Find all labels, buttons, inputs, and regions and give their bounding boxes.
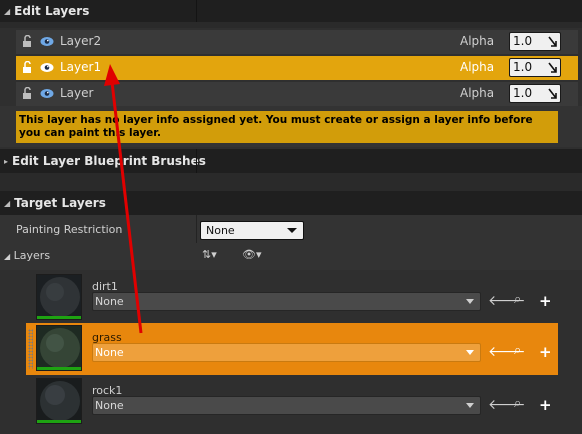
target-layers-title: Target Layers: [14, 196, 106, 210]
asset-value: None: [95, 346, 124, 359]
alpha-label: Alpha: [460, 86, 495, 100]
target-layer-rock1[interactable]: rock1 None 🡐 ⌕ +: [26, 376, 558, 428]
material-thumbnail: [36, 378, 82, 424]
asset-value: None: [95, 399, 124, 412]
sort-order-icon[interactable]: ⇅▾: [202, 248, 217, 261]
alpha-value: 1.0: [513, 86, 533, 100]
dropdown-arrow-icon: [466, 403, 474, 408]
target-layer-grass[interactable]: grass None 🡐 ⌕ +: [26, 323, 558, 375]
visibility-eye-icon[interactable]: [40, 62, 54, 73]
visibility-eye-icon[interactable]: [40, 88, 54, 99]
blueprint-brushes-title: Edit Layer Blueprint Brushes: [12, 154, 206, 168]
drag-grip-icon[interactable]: [28, 329, 33, 369]
add-icon[interactable]: +: [539, 292, 555, 310]
painting-restriction-value: None: [206, 224, 235, 237]
layer-name: Layer1: [60, 60, 102, 74]
painting-restriction-dropdown[interactable]: None: [200, 221, 304, 240]
browse-search-icon[interactable]: ⌕: [514, 292, 530, 308]
collapse-triangle-icon: ◢: [4, 198, 11, 208]
asset-value: None: [95, 295, 124, 308]
edit-layers-title: Edit Layers: [14, 4, 90, 18]
layer-info-asset-picker[interactable]: None: [92, 343, 481, 362]
alpha-value: 1.0: [513, 34, 533, 48]
expand-triangle-icon: ▸: [4, 156, 9, 166]
visibility-eye-icon[interactable]: [40, 36, 54, 47]
alpha-label: Alpha: [460, 34, 495, 48]
layer-row-layer1[interactable]: Layer1 Alpha 1.0: [16, 56, 578, 80]
unlock-icon[interactable]: [22, 35, 32, 48]
use-selected-arrow-icon[interactable]: 🡐: [488, 396, 526, 413]
layer-info-asset-picker[interactable]: None: [92, 396, 481, 415]
material-thumbnail: [36, 274, 82, 320]
layer-name: Layer: [60, 86, 94, 100]
use-selected-arrow-icon[interactable]: 🡐: [488, 292, 526, 309]
visibility-filter-icon[interactable]: 👁▾: [242, 248, 262, 261]
layer-info-warning: This layer has no layer info assigned ye…: [16, 111, 558, 143]
use-selected-arrow-icon[interactable]: 🡐: [488, 343, 526, 360]
layers-label: ◢ Layers: [4, 249, 51, 262]
drag-handle-icon[interactable]: [548, 88, 557, 99]
layer-row-layer2[interactable]: Layer2 Alpha 1.0: [16, 30, 578, 54]
layer-row-layer[interactable]: Layer Alpha 1.0: [16, 82, 578, 106]
painting-restriction-label: Painting Restriction: [16, 223, 123, 236]
unlock-icon[interactable]: [22, 61, 32, 74]
browse-search-icon[interactable]: ⌕: [514, 396, 530, 412]
collapse-triangle-icon: ◢: [4, 6, 11, 16]
dropdown-arrow-icon: [466, 299, 474, 304]
alpha-value: 1.0: [513, 60, 533, 74]
alpha-value-field[interactable]: 1.0: [509, 32, 561, 51]
layers-row: ◢ Layers: [0, 243, 582, 270]
add-icon[interactable]: +: [539, 343, 555, 361]
dropdown-arrow-icon: [466, 350, 474, 355]
unlock-icon[interactable]: [22, 87, 32, 100]
material-thumbnail: [36, 325, 82, 371]
target-layers-header[interactable]: ◢ Target Layers: [0, 191, 582, 215]
dropdown-arrow-icon: [287, 228, 297, 233]
layer-name: Layer2: [60, 34, 102, 48]
browse-search-icon[interactable]: ⌕: [514, 343, 530, 359]
target-layer-dirt1[interactable]: dirt1 None 🡐 ⌕ +: [26, 272, 558, 324]
blueprint-brushes-header[interactable]: ▸ Edit Layer Blueprint Brushes: [0, 149, 582, 173]
alpha-value-field[interactable]: 1.0: [509, 58, 561, 77]
alpha-label: Alpha: [460, 60, 495, 74]
add-icon[interactable]: +: [539, 396, 555, 414]
layer-info-asset-picker[interactable]: None: [92, 292, 481, 311]
alpha-value-field[interactable]: 1.0: [509, 84, 561, 103]
edit-layers-header[interactable]: ◢ Edit Layers: [0, 0, 582, 22]
drag-handle-icon[interactable]: [548, 62, 557, 73]
drag-handle-icon[interactable]: [548, 36, 557, 47]
